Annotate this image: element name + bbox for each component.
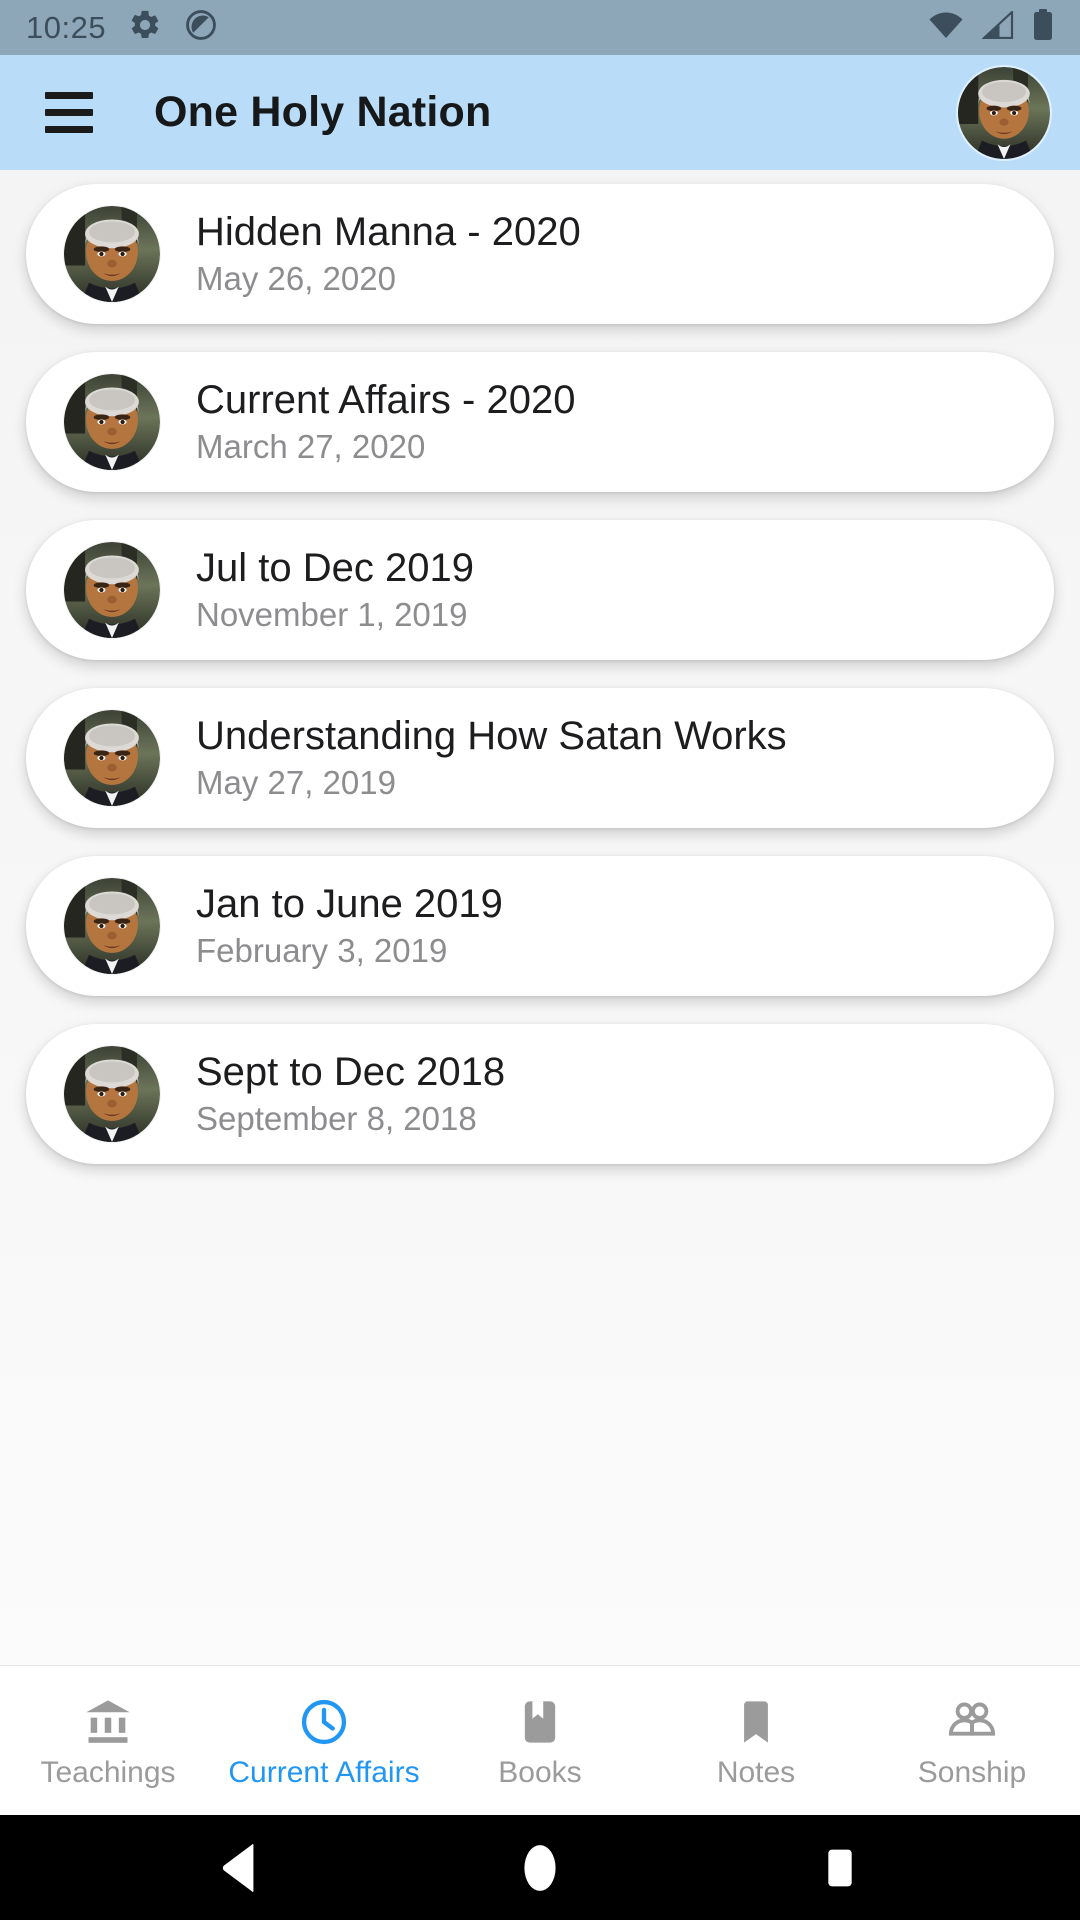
app-bar: One Holy Nation <box>0 55 1080 170</box>
menu-bar-3 <box>45 126 93 133</box>
avatar-image <box>64 878 160 974</box>
tab-sonship[interactable]: Sonship <box>864 1666 1080 1815</box>
avatar-image <box>64 542 160 638</box>
list-item-date: May 27, 2019 <box>196 763 396 801</box>
page-title: One Holy Nation <box>154 88 492 136</box>
list-item-text: Sept to Dec 2018 September 8, 2018 <box>196 1050 505 1138</box>
triangle-left-icon <box>222 1843 254 1892</box>
avatar-image <box>958 66 1050 159</box>
profile-avatar[interactable] <box>958 66 1050 159</box>
tab-notes[interactable]: Notes <box>648 1666 864 1815</box>
home-button[interactable] <box>480 1815 600 1920</box>
recents-button[interactable] <box>780 1815 900 1920</box>
list-item-date: February 3, 2019 <box>196 931 448 969</box>
phone-screen: 10:25 One Holy Nation Hidden Manna - 202… <box>0 0 1080 1920</box>
list-item-text: Understanding How Satan Works May 27, 20… <box>196 714 787 802</box>
list-item-text: Jul to Dec 2019 November 1, 2019 <box>196 546 474 634</box>
clock-icon <box>298 1694 350 1750</box>
hamburger-menu-icon[interactable] <box>36 80 102 146</box>
list-item-text: Jan to June 2019 February 3, 2019 <box>196 882 503 970</box>
list-item[interactable]: Sept to Dec 2018 September 8, 2018 <box>26 1024 1054 1164</box>
list-item-date: March 27, 2020 <box>196 427 426 465</box>
back-button[interactable] <box>180 1815 300 1920</box>
list-item-title: Jan to June 2019 <box>196 882 503 927</box>
list-item-thumbnail <box>64 206 160 302</box>
menu-bar-2 <box>45 109 93 116</box>
tab-label: Sonship <box>917 1755 1027 1789</box>
people-icon <box>945 1694 999 1750</box>
status-bar-right <box>928 9 1054 46</box>
gear-icon <box>128 8 162 47</box>
list-item[interactable]: Hidden Manna - 2020 May 26, 2020 <box>26 184 1054 324</box>
bottom-navigation-bar: Teachings Current Affairs Books Notes So… <box>0 1665 1080 1815</box>
tab-books[interactable]: Books <box>432 1666 648 1815</box>
square-icon <box>828 1849 852 1886</box>
tab-label: Notes <box>716 1755 796 1789</box>
list-item-text: Hidden Manna - 2020 May 26, 2020 <box>196 210 581 298</box>
avatar-image <box>64 1046 160 1142</box>
tab-teachings[interactable]: Teachings <box>0 1666 216 1815</box>
tab-label: Books <box>498 1755 582 1789</box>
list-item-thumbnail <box>64 710 160 806</box>
list-item-date: November 1, 2019 <box>196 595 468 633</box>
content-list[interactable]: Hidden Manna - 2020 May 26, 2020 Current… <box>0 170 1080 1665</box>
list-item-thumbnail <box>64 542 160 638</box>
tab-label: Teachings <box>40 1755 176 1789</box>
status-bar: 10:25 <box>0 0 1080 55</box>
cellular-signal-icon <box>981 9 1014 44</box>
menu-bar-1 <box>45 92 93 99</box>
tab-label: Current Affairs <box>228 1755 420 1789</box>
list-item-thumbnail <box>64 374 160 470</box>
list-item-title: Understanding How Satan Works <box>196 714 787 759</box>
tab-current-affairs[interactable]: Current Affairs <box>216 1666 432 1815</box>
avatar-image <box>64 206 160 302</box>
list-item-title: Jul to Dec 2019 <box>196 546 474 591</box>
list-item-thumbnail <box>64 878 160 974</box>
status-bar-left: 10:25 <box>26 8 218 47</box>
android-navigation-bar <box>0 1815 1080 1920</box>
list-item-thumbnail <box>64 1046 160 1142</box>
avatar-image <box>64 710 160 806</box>
status-time: 10:25 <box>26 9 107 45</box>
list-item[interactable]: Understanding How Satan Works May 27, 20… <box>26 688 1054 828</box>
circle-icon <box>524 1844 556 1891</box>
list-item[interactable]: Current Affairs - 2020 March 27, 2020 <box>26 352 1054 492</box>
bookmark-icon <box>730 1694 782 1750</box>
list-item-date: May 26, 2020 <box>196 259 396 297</box>
list-item-text: Current Affairs - 2020 March 27, 2020 <box>196 378 575 466</box>
list-item-title: Hidden Manna - 2020 <box>196 210 581 255</box>
avatar-image <box>64 374 160 470</box>
list-item[interactable]: Jul to Dec 2019 November 1, 2019 <box>26 520 1054 660</box>
list-item-title: Sept to Dec 2018 <box>196 1050 506 1095</box>
list-item[interactable]: Jan to June 2019 February 3, 2019 <box>26 856 1054 996</box>
battery-full-icon <box>1032 9 1054 46</box>
list-item-date: September 8, 2018 <box>196 1099 477 1137</box>
book-icon <box>514 1694 566 1750</box>
do-not-disturb-icon <box>184 8 218 47</box>
list-item-title: Current Affairs - 2020 <box>196 378 576 423</box>
wifi-icon <box>928 11 964 44</box>
bank-columns-icon <box>82 1694 134 1750</box>
